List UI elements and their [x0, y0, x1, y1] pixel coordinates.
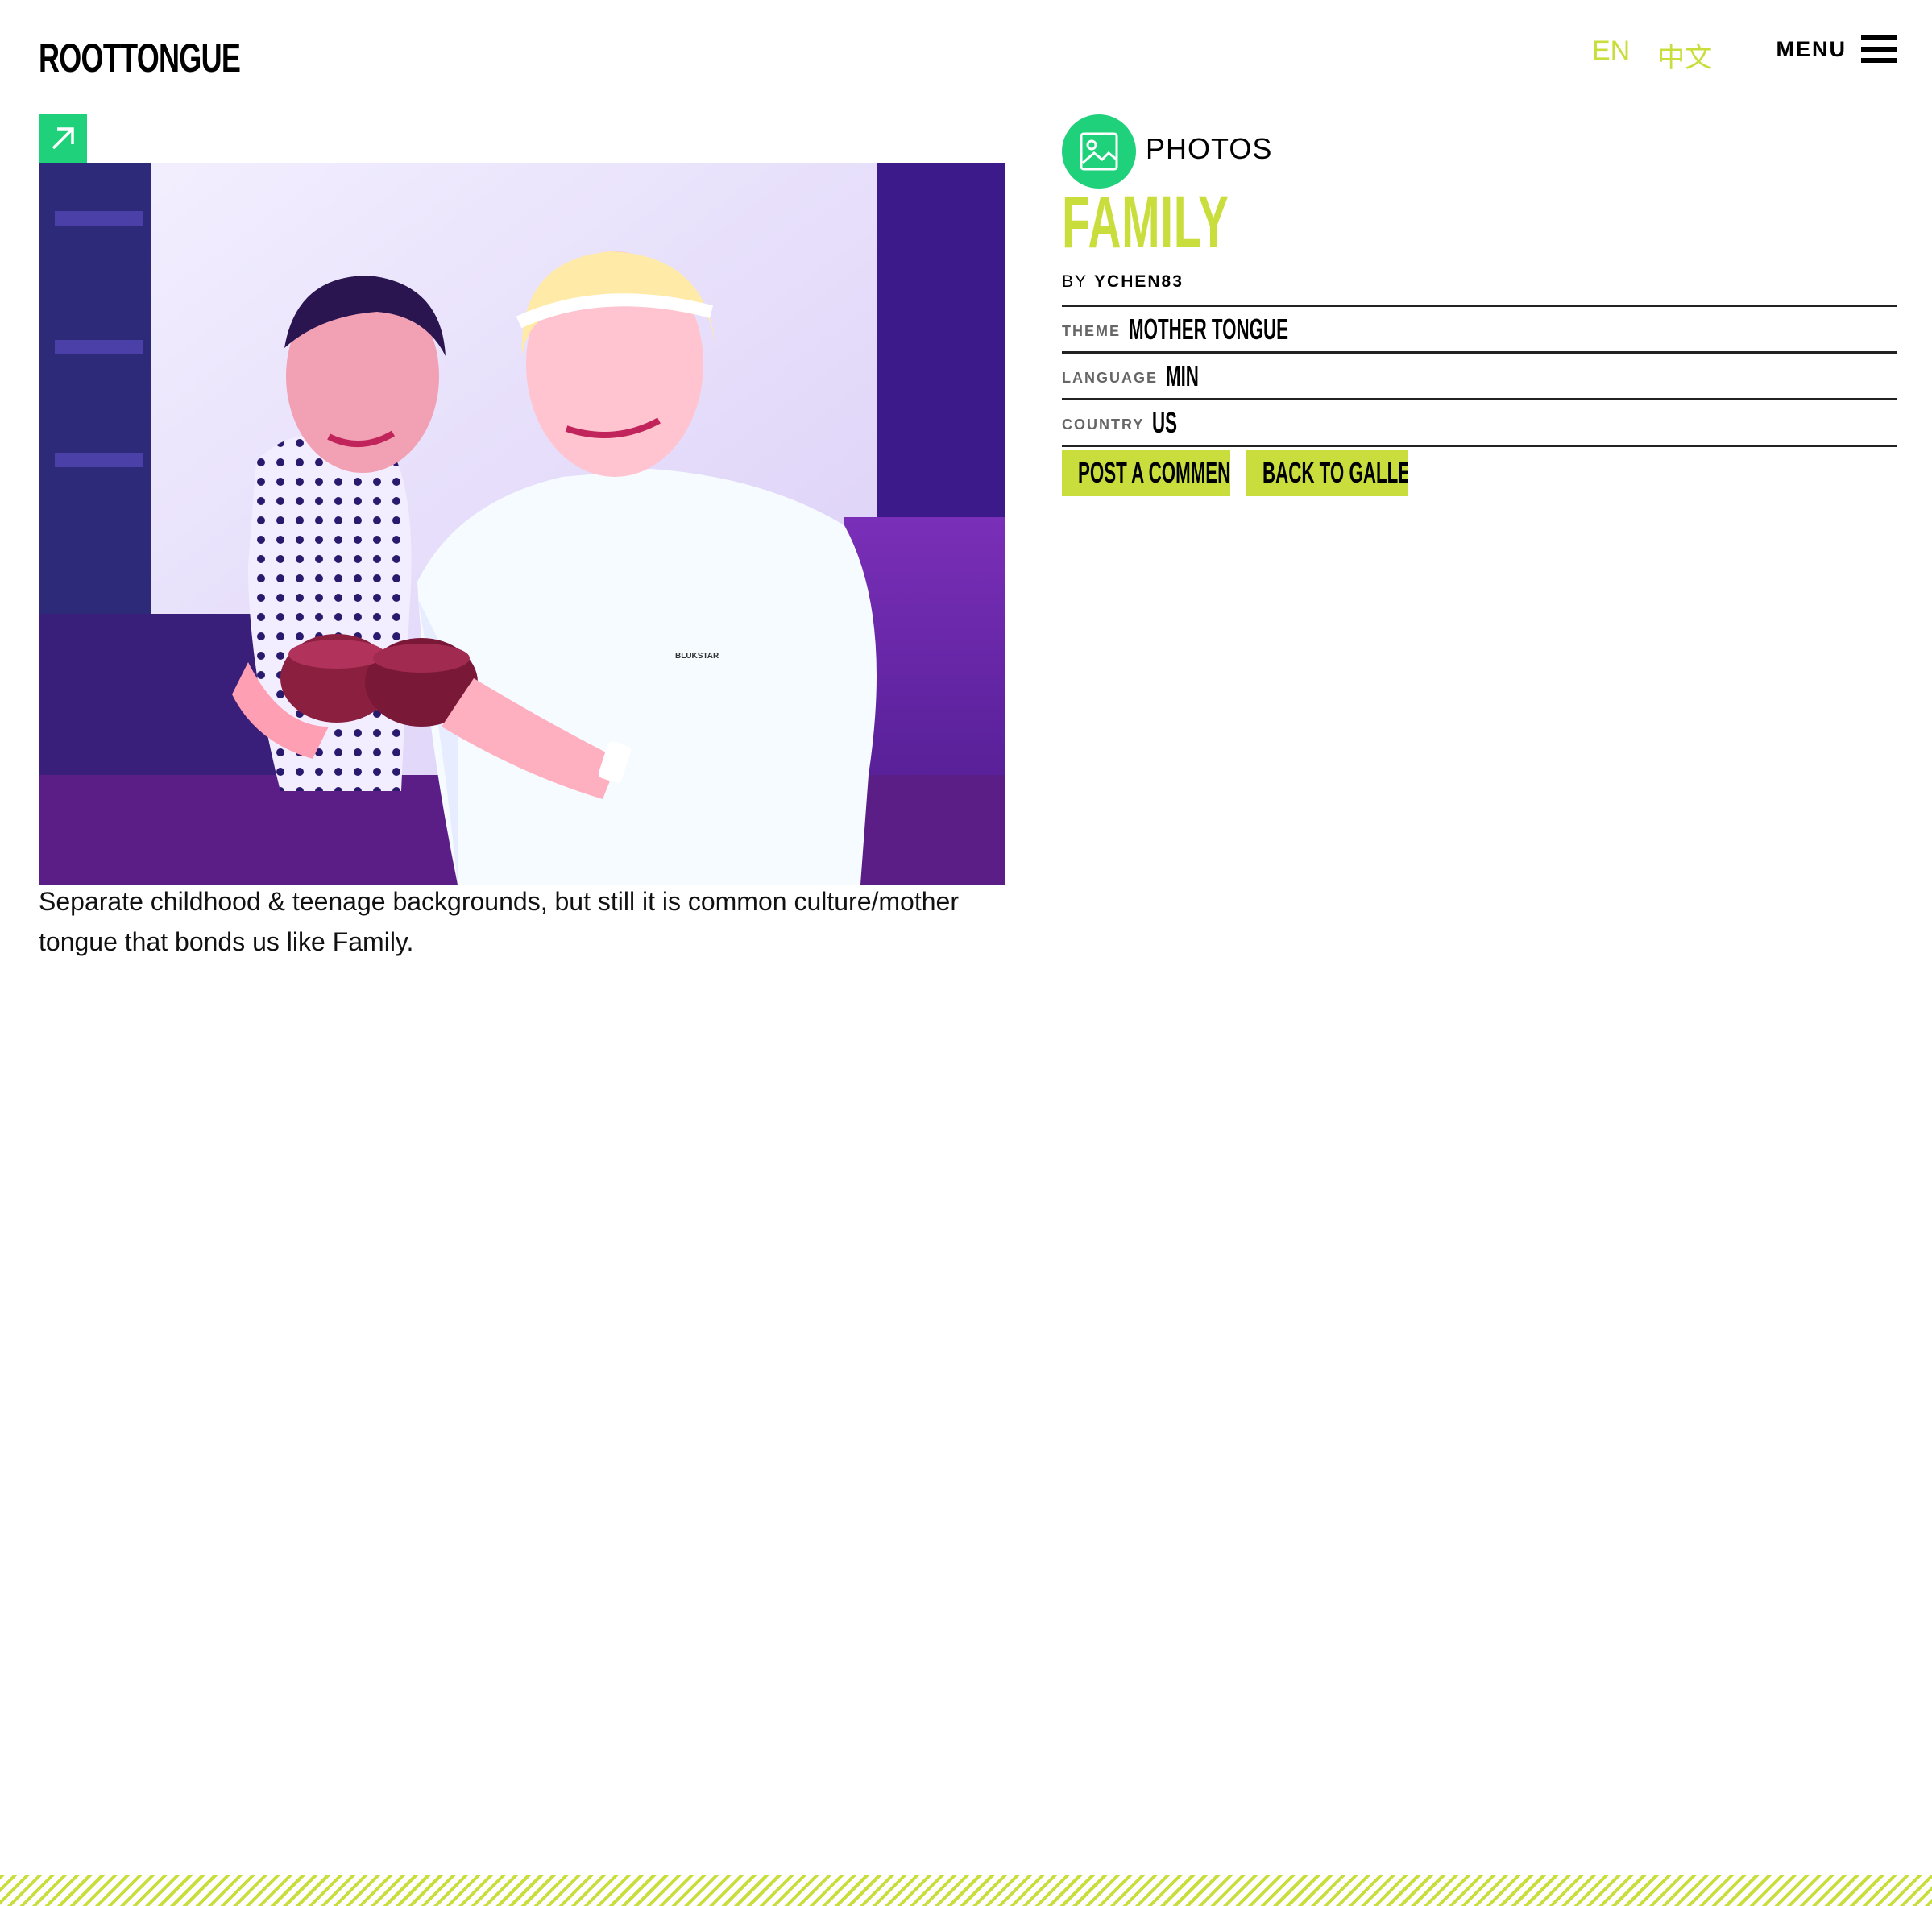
- site-logo[interactable]: ROOTTONGUE: [39, 35, 241, 81]
- menu-label: MENU: [1776, 36, 1847, 61]
- meta-value: US: [1152, 405, 1178, 439]
- meta-key: LANGUAGE: [1062, 370, 1158, 386]
- byline: BY YCHEN83: [1062, 272, 1184, 292]
- post-type: PHOTOS: [1062, 114, 1272, 189]
- image-icon: [1080, 132, 1118, 171]
- post-comment-label: POST A COMMENT: [1078, 456, 1230, 489]
- back-to-gallery-label: BACK TO GALLERY: [1262, 456, 1408, 489]
- post-photo: BLUKSTAR: [39, 163, 1005, 885]
- meta-row-country: COUNTRY US: [1062, 398, 1897, 447]
- action-buttons: POST A COMMENT BACK TO GALLERY: [1062, 450, 1408, 496]
- photo-type-badge: [1062, 114, 1136, 189]
- meta-key: THEME: [1062, 323, 1121, 339]
- expand-photo-button[interactable]: [39, 114, 87, 163]
- meta-value: MOTHER TONGUE: [1129, 312, 1288, 346]
- post-type-label: PHOTOS: [1146, 132, 1273, 165]
- meta-row-theme: THEME MOTHER TONGUE: [1062, 305, 1897, 351]
- arrow-up-right-icon: [52, 127, 74, 150]
- lang-zh-link[interactable]: 中文: [1657, 35, 1712, 75]
- post-comment-button[interactable]: POST A COMMENT: [1062, 450, 1230, 496]
- post-caption: Separate childhood & teenage backgrounds…: [39, 887, 959, 956]
- lang-en-link[interactable]: EN: [1592, 35, 1630, 75]
- by-label: BY: [1062, 272, 1088, 291]
- hamburger-icon: [1861, 35, 1897, 63]
- meta-row-language: LANGUAGE MIN: [1062, 351, 1897, 398]
- footer-stripe: [0, 1875, 1932, 1906]
- meta-value: MIN: [1166, 358, 1199, 392]
- language-switcher: EN 中文: [1592, 35, 1712, 75]
- menu-button[interactable]: MENU: [1777, 35, 1897, 63]
- author-link[interactable]: YCHEN83: [1094, 272, 1184, 291]
- back-to-gallery-button[interactable]: BACK TO GALLERY: [1246, 450, 1408, 496]
- meta-key: COUNTRY: [1062, 416, 1145, 433]
- post-meta: THEME MOTHER TONGUE LANGUAGE MIN COUNTRY…: [1062, 305, 1897, 447]
- post-title: FAMILY: [1062, 181, 1229, 263]
- shirt-text: BLUKSTAR: [675, 652, 719, 661]
